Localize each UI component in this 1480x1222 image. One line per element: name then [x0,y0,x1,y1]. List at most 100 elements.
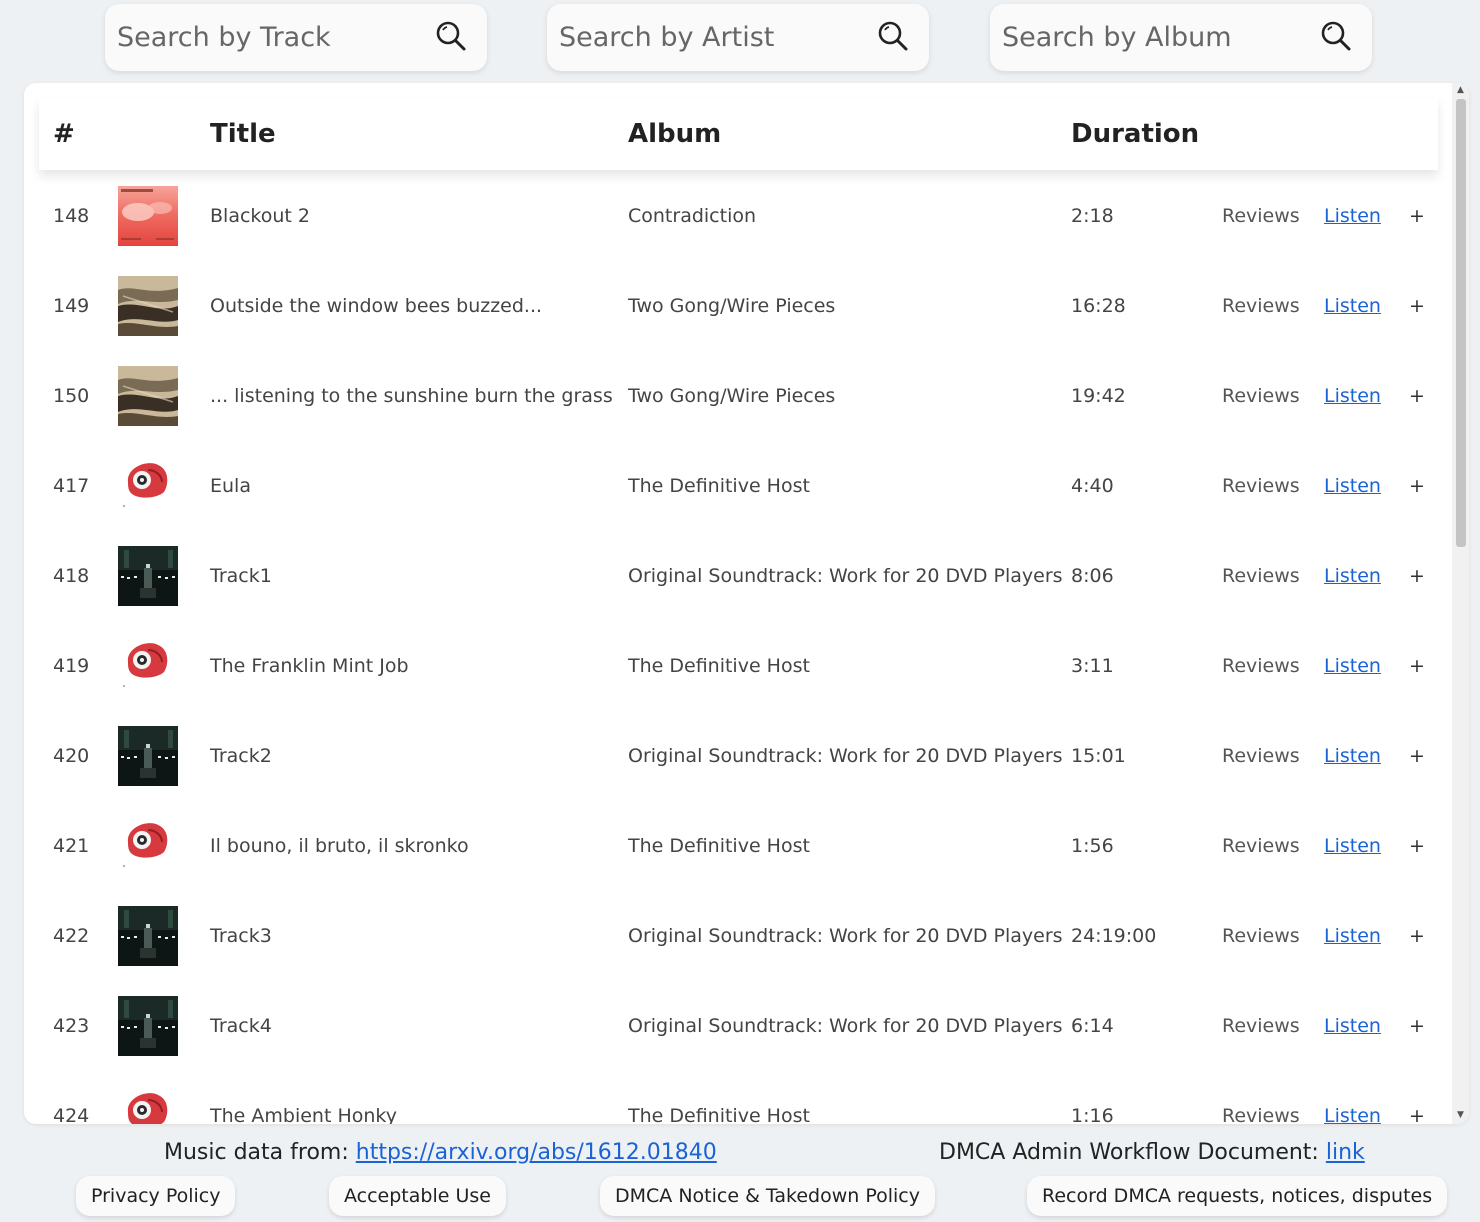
reviews-link[interactable]: Reviews [1222,441,1300,531]
listen-link[interactable]: Listen [1324,171,1381,261]
track-title: Il bouno, il bruto, il skronko [210,835,469,857]
listen-link[interactable]: Listen [1324,1071,1381,1124]
album-art-image [118,906,178,966]
listen-link[interactable]: Listen [1324,621,1381,711]
track-title: The Ambient Honky [210,1105,397,1124]
dmca-doc-label: DMCA Admin Workflow Document: [939,1140,1319,1165]
album-art-image [118,726,178,786]
header-duration[interactable]: Duration [1071,98,1199,170]
track-title: ... listening to the sunshine burn the g… [210,385,613,407]
track-number: 418 [53,565,90,587]
listen-link[interactable]: Listen [1324,711,1381,801]
track-album: Two Gong/Wire Pieces [628,385,836,407]
track-title: The Franklin Mint Job [210,655,409,677]
reviews-link[interactable]: Reviews [1222,261,1300,351]
reviews-link[interactable]: Reviews [1222,891,1300,981]
privacy-policy-button[interactable]: Privacy Policy [76,1176,236,1216]
table-row: 424 The Ambient Honky The Definitive Host 1… [24,1071,1454,1124]
add-to-playlist-button[interactable]: + [1409,441,1425,531]
track-number: 420 [53,745,90,767]
header-title[interactable]: Title [210,98,276,170]
track-album: Original Soundtrack: Work for 20 DVD Pla… [628,745,1063,767]
listen-link[interactable]: Listen [1324,351,1381,441]
track-duration: 1:56 [1071,835,1114,857]
album-art-image [118,1086,178,1124]
table-row: 418 Track1 Original Soundtrack: Work for 2… [24,531,1454,621]
table-row: 417 Eula The Definitive Host 4:40 Reviews Lis… [24,441,1454,531]
reviews-link[interactable]: Reviews [1222,801,1300,891]
album-art-image [118,276,178,336]
reviews-link[interactable]: Reviews [1222,711,1300,801]
reviews-link[interactable]: Reviews [1222,1071,1300,1124]
track-number: 422 [53,925,90,947]
search-by-track-box[interactable] [105,4,487,71]
dmca-doc-link[interactable]: link [1326,1140,1365,1165]
scroll-thumb[interactable] [1456,99,1466,547]
listen-link[interactable]: Listen [1324,261,1381,351]
vertical-scrollbar[interactable]: ▲ ▼ [1452,83,1469,1124]
add-to-playlist-button[interactable]: + [1409,261,1425,351]
music-data-link[interactable]: https://arxiv.org/abs/1612.01840 [356,1140,717,1165]
search-by-artist-input[interactable] [559,4,859,71]
acceptable-use-button[interactable]: Acceptable Use [329,1176,506,1216]
track-number: 150 [53,385,90,407]
table-row: 421 Il bouno, il bruto, il skronko The Def… [24,801,1454,891]
track-number: 149 [53,295,90,317]
album-art-image [118,636,178,696]
track-album: Original Soundtrack: Work for 20 DVD Pla… [628,1015,1063,1037]
track-duration: 15:01 [1071,745,1126,767]
scroll-down-arrow-icon[interactable]: ▼ [1455,1110,1466,1122]
search-by-track-input[interactable] [117,4,417,71]
track-duration: 1:16 [1071,1105,1114,1124]
listen-link[interactable]: Listen [1324,801,1381,891]
search-icon[interactable] [435,20,467,52]
add-to-playlist-button[interactable]: + [1409,801,1425,891]
track-number: 421 [53,835,90,857]
listen-link[interactable]: Listen [1324,531,1381,621]
table-row: 420 Track2 Original Soundtrack: Work for 2… [24,711,1454,801]
search-by-artist-box[interactable] [547,4,929,71]
track-album: The Definitive Host [628,835,810,857]
search-icon[interactable] [877,20,909,52]
track-title: Outside the window bees buzzed... [210,295,543,317]
listen-link[interactable]: Listen [1324,981,1381,1071]
reviews-link[interactable]: Reviews [1222,351,1300,441]
add-to-playlist-button[interactable]: + [1409,711,1425,801]
add-to-playlist-button[interactable]: + [1409,531,1425,621]
listen-link[interactable]: Listen [1324,891,1381,981]
track-duration: 24:19:00 [1071,925,1157,947]
album-art-image [118,816,178,876]
track-number: 419 [53,655,90,677]
album-art-image [118,186,178,246]
listen-link[interactable]: Listen [1324,441,1381,531]
table-row: 422 Track3 Original Soundtrack: Work for 2… [24,891,1454,981]
search-by-album-input[interactable] [1002,4,1302,71]
dmca-notice-button[interactable]: DMCA Notice & Takedown Policy [600,1176,936,1216]
album-art-image [118,546,178,606]
add-to-playlist-button[interactable]: + [1409,351,1425,441]
track-album: Original Soundtrack: Work for 20 DVD Pla… [628,565,1063,587]
search-icon[interactable] [1320,20,1352,52]
add-to-playlist-button[interactable]: + [1409,1071,1425,1124]
table-header: # Title Album Duration [39,98,1438,170]
track-duration: 6:14 [1071,1015,1114,1037]
reviews-link[interactable]: Reviews [1222,171,1300,261]
album-art-image [118,996,178,1056]
reviews-link[interactable]: Reviews [1222,981,1300,1071]
track-duration: 8:06 [1071,565,1114,587]
search-by-album-box[interactable] [990,4,1372,71]
reviews-link[interactable]: Reviews [1222,531,1300,621]
reviews-link[interactable]: Reviews [1222,621,1300,711]
add-to-playlist-button[interactable]: + [1409,891,1425,981]
track-title: Track1 [210,565,272,587]
add-to-playlist-button[interactable]: + [1409,171,1425,261]
music-data-source: Music data from: https://arxiv.org/abs/1… [164,1136,717,1170]
track-duration: 19:42 [1071,385,1126,407]
add-to-playlist-button[interactable]: + [1409,621,1425,711]
header-album[interactable]: Album [628,98,721,170]
track-table: # Title Album Duration 148 Blackout 2 Cont… [24,83,1469,1124]
record-dmca-button[interactable]: Record DMCA requests, notices, disputes [1027,1176,1448,1216]
scroll-up-arrow-icon[interactable]: ▲ [1455,85,1466,97]
add-to-playlist-button[interactable]: + [1409,981,1425,1071]
track-title: Track3 [210,925,272,947]
